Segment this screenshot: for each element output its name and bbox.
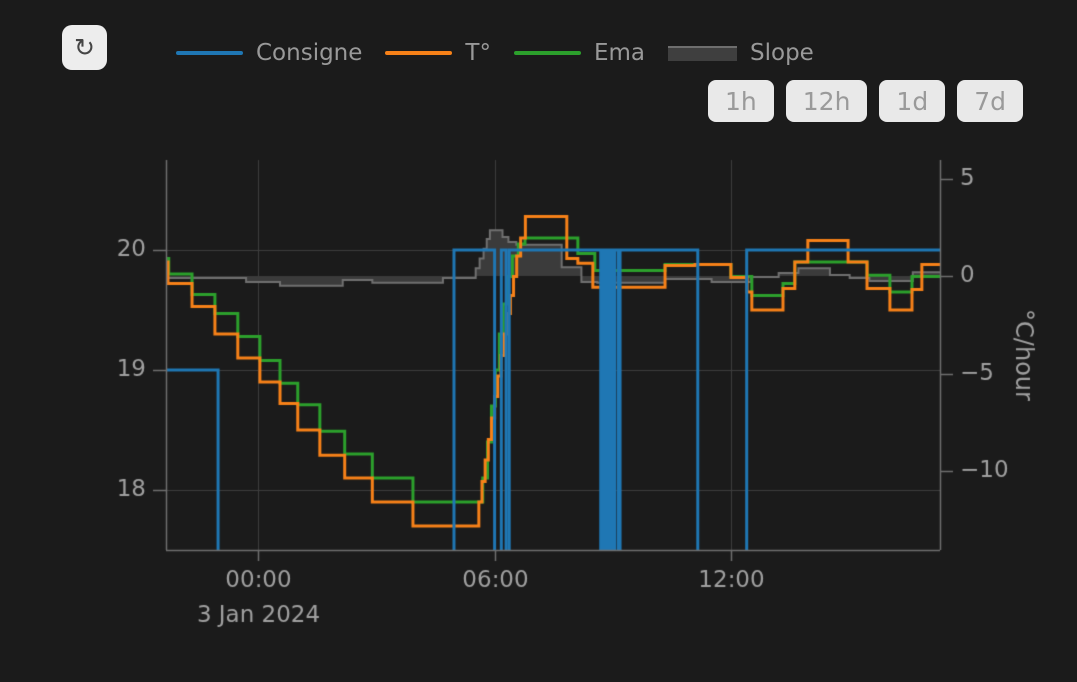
legend-item-consigne[interactable]: Consigne [176,40,362,66]
legend-label: T° [465,40,491,66]
refresh-icon: ↻ [74,33,95,62]
legend-label: Ema [594,40,645,66]
legend-item-ema[interactable]: Ema [514,40,645,66]
legend-swatch [668,46,737,61]
legend-label: Slope [750,40,814,66]
thermostat-chart-app: ↻ Consigne T° Ema Slope 1h 12h 1d 7d [0,0,1077,682]
range-button-7d[interactable]: 7d [957,80,1023,122]
legend-item-slope[interactable]: Slope [668,40,814,66]
legend-item-t[interactable]: T° [385,40,491,66]
legend: Consigne T° Ema Slope [176,39,814,67]
range-button-1h[interactable]: 1h [708,80,774,122]
range-buttons: 1h 12h 1d 7d [708,80,1023,122]
range-button-12h[interactable]: 12h [786,80,868,122]
legend-swatch [176,51,243,55]
legend-label: Consigne [256,40,362,66]
range-button-1d[interactable]: 1d [879,80,945,122]
refresh-button[interactable]: ↻ [62,25,107,70]
legend-swatch [385,51,452,55]
legend-swatch [514,51,581,55]
